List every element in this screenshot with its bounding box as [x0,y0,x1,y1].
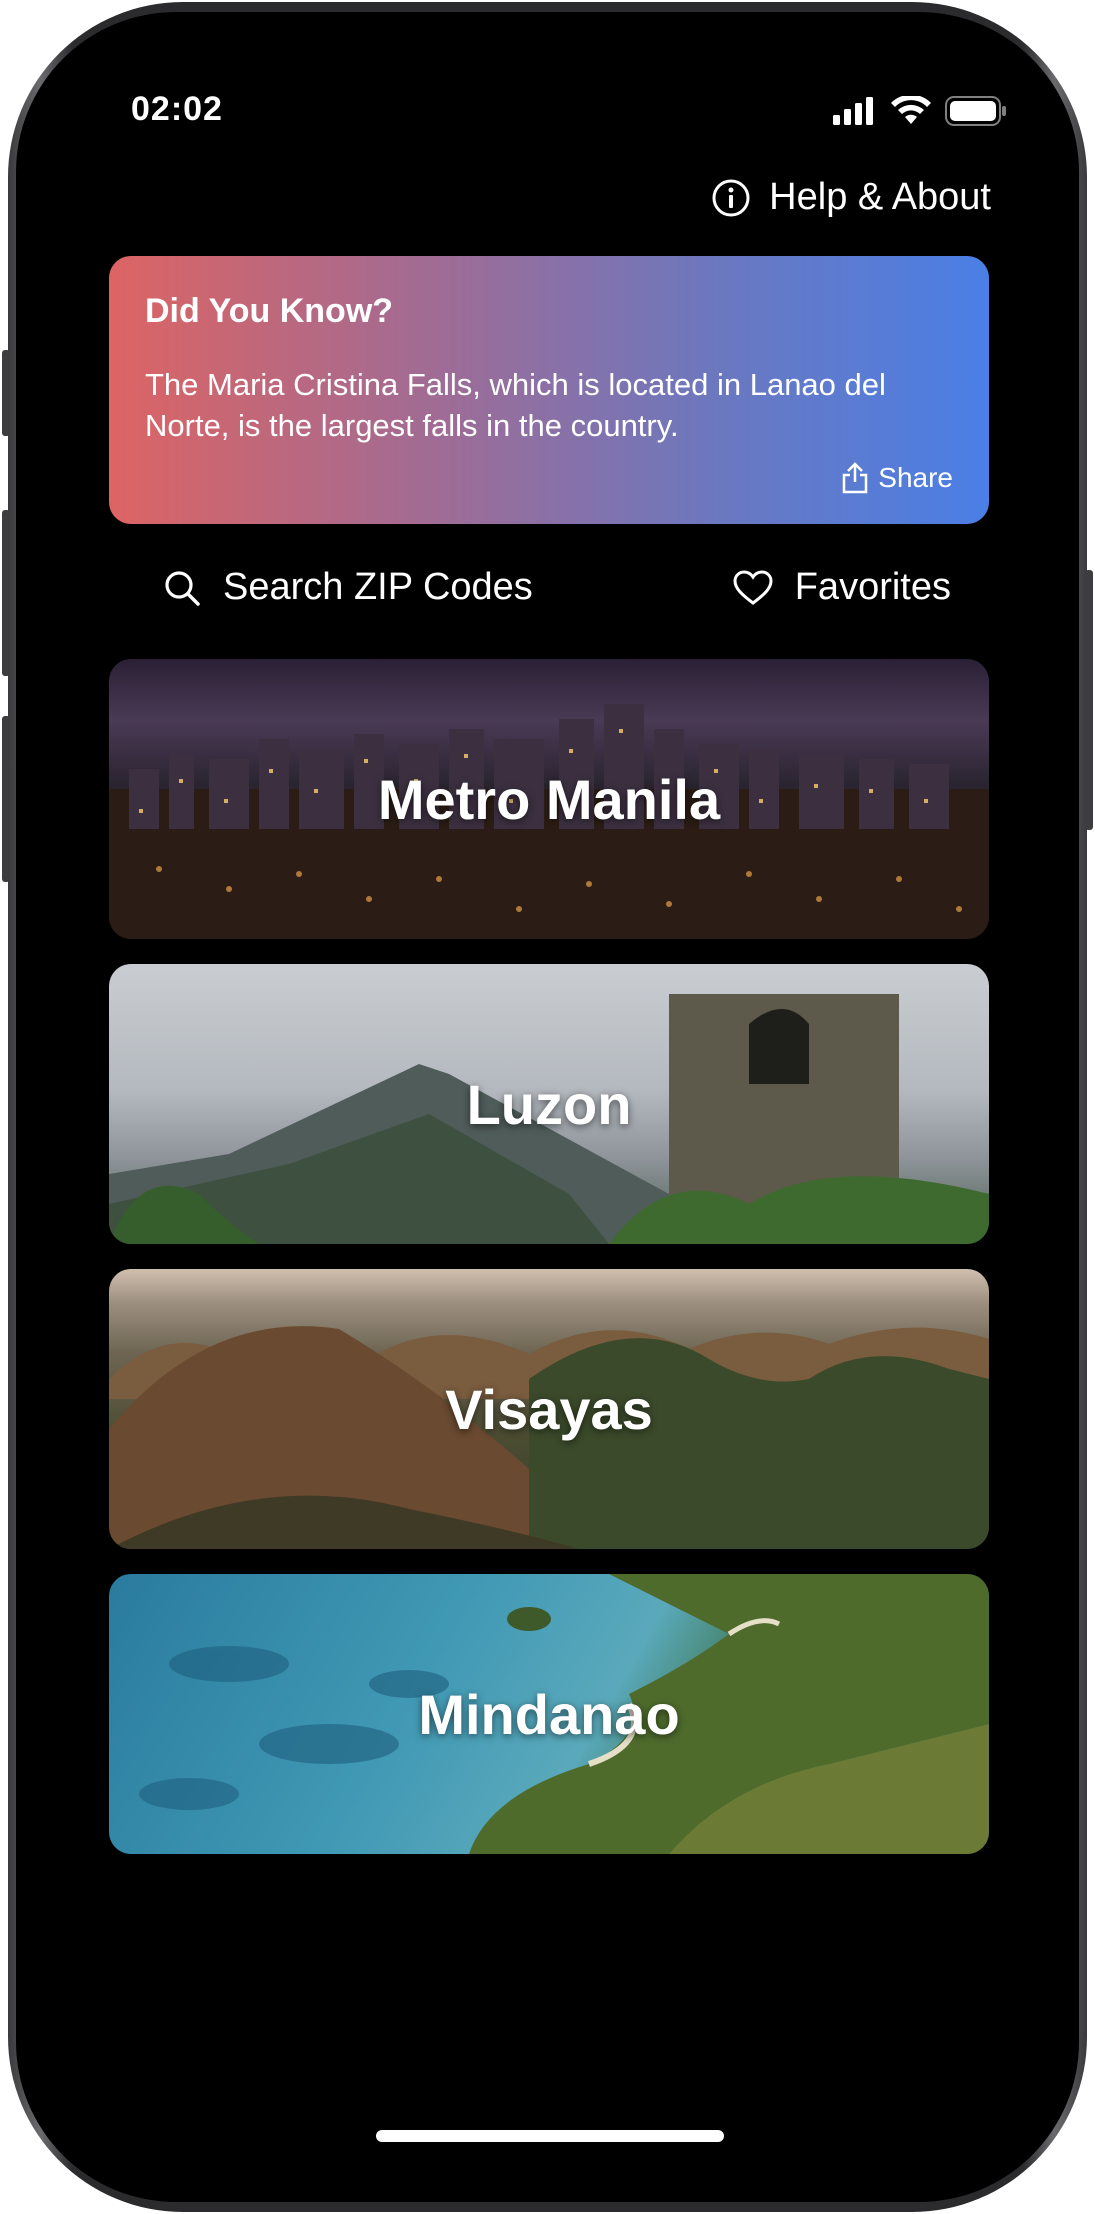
phone-device: 02:02 Help & About Did You Know? The Mar… [0,0,1095,2214]
status-time: 02:02 [131,90,223,128]
share-icon [843,462,868,494]
region-label-mindanao: Mindanao [418,1682,680,1746]
battery-icon [945,96,1006,126]
did-you-know-title: Did You Know? [145,292,394,330]
region-card-luzon[interactable]: Luzon [109,964,989,1244]
status-icons [833,96,1007,126]
region-label-metro-manila: Metro Manila [377,767,721,831]
power-button [1085,570,1093,830]
region-card-metro-manila[interactable]: Metro Manila [109,659,989,939]
home-indicator[interactable] [376,2130,724,2142]
volume-down-button [2,716,10,882]
help-about-button[interactable]: Help & About [711,176,991,219]
volume-up-button [2,510,10,676]
region-label-visayas: Visayas [445,1377,653,1441]
search-zip-codes-label: Search ZIP Codes [223,566,533,608]
region-card-mindanao[interactable]: Mindanao [109,1574,989,1854]
share-label: Share [878,462,953,493]
favorites-label: Favorites [794,566,951,608]
heart-icon [733,569,773,605]
region-card-visayas[interactable]: Visayas [109,1269,989,1549]
share-button[interactable]: Share [842,462,953,494]
favorites-button[interactable]: Favorites [733,566,951,609]
app-screen: 02:02 Help & About Did You Know? The Mar… [16,12,1079,2202]
info-circle-icon [712,179,750,216]
search-favorites-bar: Search ZIP Codes Favorites [109,566,989,626]
did-you-know-card: Did You Know? The Maria Cristina Falls, … [109,256,989,524]
action-button [2,350,10,436]
search-zip-codes-button[interactable]: Search ZIP Codes [163,566,533,609]
wifi-icon [891,96,931,124]
status-bar: 02:02 [16,12,1079,128]
cellular-signal-icon [833,97,873,125]
did-you-know-text: The Maria Cristina Falls, which is locat… [145,367,886,443]
region-label-luzon: Luzon [466,1072,632,1136]
help-about-label: Help & About [769,176,991,218]
search-icon [165,570,200,606]
